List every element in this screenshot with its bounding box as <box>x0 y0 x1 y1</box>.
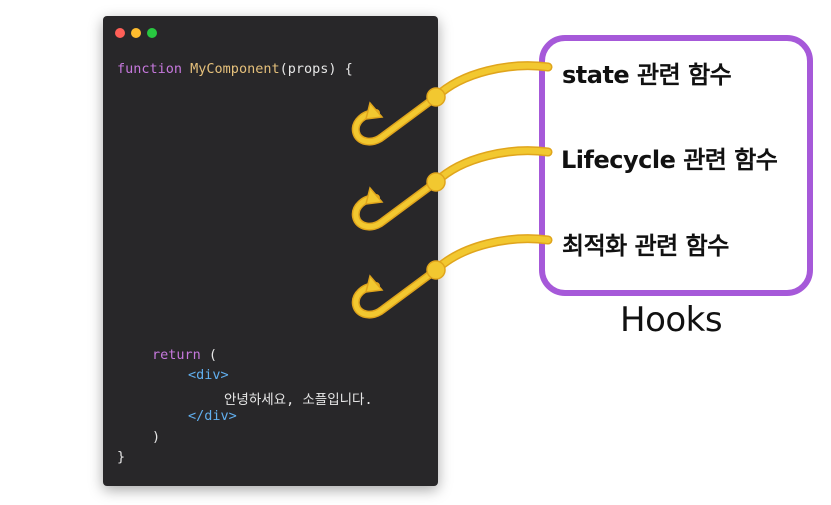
hooks-title: Hooks <box>620 300 723 340</box>
hook-label-state: state 관련 함수 <box>562 61 732 89</box>
hook-icon-optimization <box>351 234 553 319</box>
hook-label-lifecycle: Lifecycle 관련 함수 <box>561 146 778 174</box>
hook-icon-lifecycle <box>351 146 553 231</box>
hook-label-optimization: 최적화 관련 함수 <box>562 232 729 260</box>
hook-icon-state <box>351 61 553 146</box>
